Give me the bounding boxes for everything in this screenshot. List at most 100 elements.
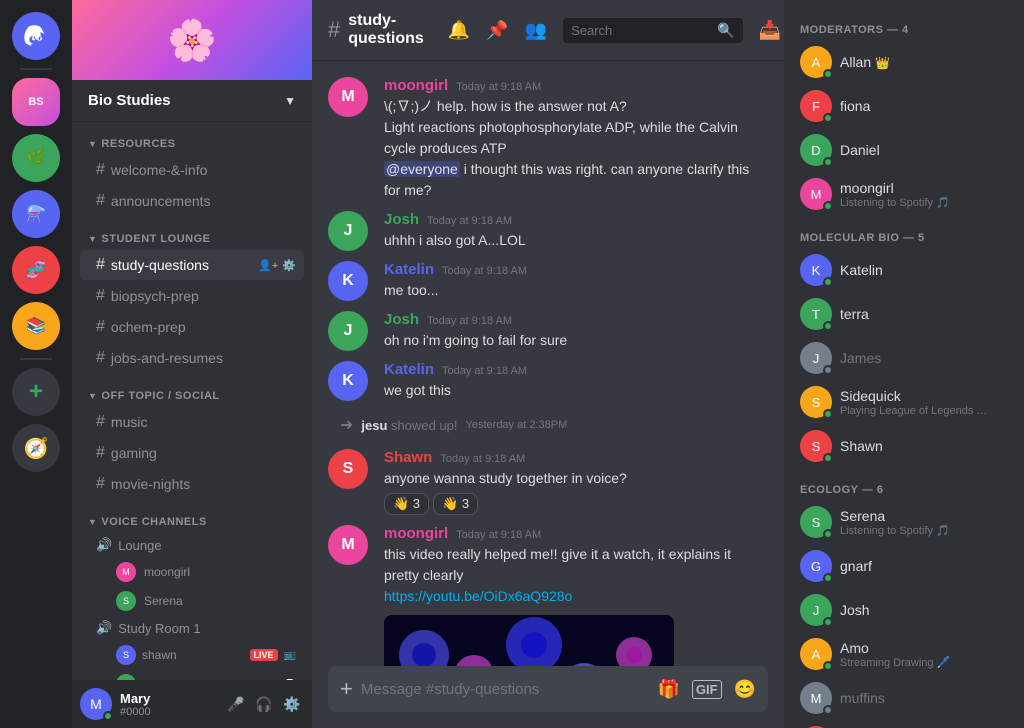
channel-welcome[interactable]: # welcome-&-info xyxy=(80,155,304,185)
message-author[interactable]: Katelin xyxy=(384,361,434,378)
message-author[interactable]: moongirl xyxy=(384,525,448,542)
channel-movie-nights[interactable]: # movie-nights xyxy=(80,469,304,499)
member-name: Sidequick xyxy=(840,388,990,404)
message-author[interactable]: Katelin xyxy=(384,261,434,278)
member-josh[interactable]: J Josh xyxy=(792,588,1016,632)
server-header[interactable]: Bio Studies ▼ xyxy=(72,80,312,122)
gif-icon[interactable]: GIF xyxy=(692,680,722,699)
explore-servers-button[interactable]: 🧭 xyxy=(12,424,60,472)
server-icon-2[interactable]: 🌿 xyxy=(12,134,60,182)
pin-icon[interactable]: 📌 xyxy=(486,20,508,41)
voice-study-room-1[interactable]: 🔊 Study Room 1 xyxy=(80,616,304,640)
user-info: Mary #0000 xyxy=(120,691,216,718)
video-embed: ▶ xyxy=(384,615,674,666)
member-activity: Listening to Spotify 🎵 xyxy=(840,196,950,209)
video-thumbnail[interactable]: ▶ xyxy=(384,615,674,666)
message-group: K Katelin Today at 9:18 AM me too... xyxy=(328,261,768,301)
server-icon-3[interactable]: ⚗️ xyxy=(12,190,60,238)
member-avatar: G xyxy=(800,550,832,582)
member-shawn[interactable]: S Shawn xyxy=(792,424,1016,468)
gift-icon[interactable]: 🎁 xyxy=(657,679,679,700)
student-lounge-category[interactable]: ▼ Student Lounge xyxy=(72,217,312,249)
emoji-icon[interactable]: 😊 xyxy=(734,679,756,700)
member-info: Serena Listening to Spotify 🎵 xyxy=(840,508,950,537)
channel-music[interactable]: # music xyxy=(80,407,304,437)
voice-user-shawn[interactable]: S shawn LIVE 📺 xyxy=(80,641,304,669)
search-input[interactable] xyxy=(571,23,711,38)
member-name: moongirl xyxy=(840,180,950,196)
chevron-right-icon: ➜ xyxy=(340,415,353,435)
message-text: me too... xyxy=(384,280,768,301)
search-bar[interactable]: 🔍 xyxy=(563,18,742,43)
member-daniel[interactable]: D Daniel xyxy=(792,128,1016,172)
member-courtney[interactable]: C Courtney xyxy=(792,720,1016,728)
member-gnarf[interactable]: G gnarf xyxy=(792,544,1016,588)
avatar: M xyxy=(328,525,368,565)
channel-name: jobs-and-resumes xyxy=(111,350,223,366)
member-info: Amo Streaming Drawing 🖊️ xyxy=(840,640,950,669)
message-content: moongirl Today at 9:18 AM this video rea… xyxy=(384,525,768,666)
message-timestamp: Today at 9:18 AM xyxy=(456,81,541,93)
channel-jobs[interactable]: # jobs-and-resumes xyxy=(80,343,304,373)
member-muffins[interactable]: M muffins xyxy=(792,676,1016,720)
mention-tag: @everyone xyxy=(384,161,460,177)
message-timestamp: Today at 9:18 AM xyxy=(427,215,512,227)
member-serena[interactable]: S Serena Listening to Spotify 🎵 xyxy=(792,500,1016,544)
channel-announcements[interactable]: # announcements xyxy=(80,186,304,216)
channel-ochem[interactable]: # ochem-prep xyxy=(80,312,304,342)
message-link-text[interactable]: https://youtu.be/OiDx6aQ928o xyxy=(384,586,768,607)
channel-biopsych[interactable]: # biopsych-prep xyxy=(80,281,304,311)
server-icon-5[interactable]: 📚 xyxy=(12,302,60,350)
message-text: Light reactions photophosphorylate ADP, … xyxy=(384,117,768,159)
member-terra[interactable]: T terra xyxy=(792,292,1016,336)
member-allan[interactable]: A Allan 👑 xyxy=(792,40,1016,84)
server-icon-4[interactable]: 🧬 xyxy=(12,246,60,294)
message-author[interactable]: moongirl xyxy=(384,77,448,94)
off-topic-category[interactable]: ▼ Off Topic / Social xyxy=(72,374,312,406)
resources-category[interactable]: ▼ Resources xyxy=(72,122,312,154)
avatar: J xyxy=(328,211,368,251)
voice-user-terra[interactable]: T terra 💬 xyxy=(80,670,304,680)
message-content: Josh Today at 9:18 AM uhhh i also got A.… xyxy=(384,211,768,251)
settings-button[interactable]: ⚙️ xyxy=(280,692,304,716)
avatar: S xyxy=(116,591,136,611)
voice-user-serena[interactable]: S Serena xyxy=(80,587,304,615)
member-moongirl[interactable]: M moongirl Listening to Spotify 🎵 xyxy=(792,172,1016,216)
message-input[interactable] xyxy=(361,671,658,708)
server-bio-studies[interactable]: BS xyxy=(12,78,60,126)
discord-home-button[interactable] xyxy=(12,12,60,60)
voice-lounge[interactable]: 🔊 Lounge xyxy=(80,533,304,557)
settings-icon[interactable]: ⚙️ xyxy=(282,259,296,272)
reaction-wave-1[interactable]: 👋 3 xyxy=(384,493,429,515)
voice-user-moongirl[interactable]: M moongirl xyxy=(80,558,304,586)
user-controls: 🎤 🎧 ⚙️ xyxy=(224,692,304,716)
message-author[interactable]: Shawn xyxy=(384,449,432,466)
channel-study-questions[interactable]: # study-questions 👤+ ⚙️ xyxy=(80,250,304,280)
member-fiona[interactable]: F fiona xyxy=(792,84,1016,128)
members-icon[interactable]: 👥 xyxy=(525,20,547,41)
channel-gaming[interactable]: # gaming xyxy=(80,438,304,468)
live-badge: LIVE xyxy=(250,649,278,661)
message-text: this video really helped me!! give it a … xyxy=(384,544,768,586)
plus-icon[interactable]: + xyxy=(340,666,361,712)
avatar: K xyxy=(328,261,368,301)
channel-name: announcements xyxy=(111,193,211,209)
member-james[interactable]: J James xyxy=(792,336,1016,380)
headphones-button[interactable]: 🎧 xyxy=(252,692,276,716)
mic-button[interactable]: 🎤 xyxy=(224,692,248,716)
member-katelin[interactable]: K Katelin xyxy=(792,248,1016,292)
header-hash-icon: # xyxy=(328,17,340,43)
add-member-icon[interactable]: 👤+ xyxy=(258,259,278,272)
hash-icon: # xyxy=(96,349,105,367)
reaction-wave-2[interactable]: 👋 3 xyxy=(433,493,478,515)
add-server-button[interactable]: + xyxy=(12,368,60,416)
hash-icon: # xyxy=(96,161,105,179)
message-author[interactable]: Josh xyxy=(384,211,419,228)
member-sidequick[interactable]: S Sidequick Playing League of Legends 🎮 xyxy=(792,380,1016,424)
member-amo[interactable]: A Amo Streaming Drawing 🖊️ xyxy=(792,632,1016,676)
inbox-icon[interactable]: 📥 xyxy=(759,20,781,41)
message-group: J Josh Today at 9:18 AM oh no i'm going … xyxy=(328,311,768,351)
bell-icon[interactable]: 🔔 xyxy=(448,20,470,41)
message-author[interactable]: Josh xyxy=(384,311,419,328)
voice-channels-category[interactable]: ▼ Voice Channels xyxy=(72,500,312,532)
